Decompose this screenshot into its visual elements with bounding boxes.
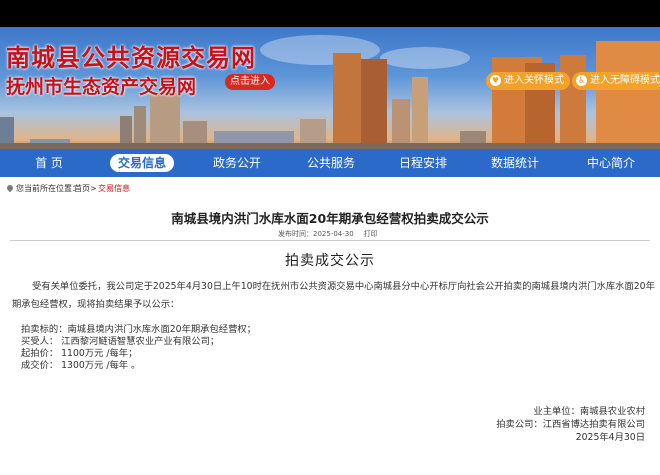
site-banner: 南城县公共资源交易网 抚州市生态资产交易网 点击进入 ♥ 进入关怀模式 ♿ 进入无障… bbox=[0, 27, 660, 149]
care-icon: ♥ bbox=[490, 74, 501, 86]
breadcrumb: 您当前所在位置： 首页 > 交易信息 bbox=[0, 177, 660, 201]
location-pin-icon bbox=[5, 183, 15, 193]
breadcrumb-separator: > bbox=[90, 184, 97, 193]
site-title: 南城县公共资源交易网 bbox=[6, 44, 256, 72]
breadcrumb-trade-info-link[interactable]: 交易信息 bbox=[98, 177, 130, 201]
date-label: 发布时间： bbox=[278, 230, 313, 238]
article-content: 南城县境内洪门水库水面20年期承包经营权拍卖成交公示 发布时间：2025-04-… bbox=[0, 201, 660, 475]
list-item: 成交价： 1300万元 /每年 。 bbox=[21, 360, 141, 371]
article-title: 南城县境内洪门水库水面20年期承包经营权拍卖成交公示 bbox=[171, 211, 489, 226]
print-link[interactable]: 打印 bbox=[364, 230, 378, 238]
list-item: 拍卖标的：南城县境内洪门水库水面20年期承包经营权； bbox=[21, 324, 256, 335]
nav-about[interactable]: 中心简介 bbox=[574, 149, 648, 177]
enter-button[interactable]: 点击进入 bbox=[225, 74, 275, 90]
result-list: 拍卖标的：南城县境内洪门水库水面20年期承包经营权； 买受人： 江西黎河鲢语智慧… bbox=[21, 324, 256, 372]
publish-date: 2025-04-30 bbox=[313, 230, 354, 238]
signature-auction-company: 拍卖公司：江西省博达拍卖有限公司 bbox=[496, 419, 645, 430]
intro-paragraph: 受有关单位委托，我公司定于2025年4月30日上午10时在抚州市公共资源交易中心… bbox=[12, 281, 655, 310]
nav-schedule[interactable]: 日程安排 bbox=[386, 149, 460, 177]
list-item: 起拍价： 1100万元 /每年； bbox=[21, 348, 138, 359]
top-black-bar bbox=[0, 0, 660, 27]
signature-client: 业主单位：南城县农业农村 bbox=[533, 406, 645, 417]
signature-date: 2025年4月30日 bbox=[575, 432, 645, 443]
article-meta: 发布时间：2025-04-30 打印 bbox=[278, 229, 378, 239]
nav-statistics[interactable]: 数据统计 bbox=[478, 149, 552, 177]
barrier-free-mode-button[interactable]: ♿ 进入无障碍模式 bbox=[572, 72, 660, 90]
nav-trade-info[interactable]: 交易信息 bbox=[110, 154, 174, 172]
site-subtitle: 抚州市生态资产交易网 bbox=[6, 76, 197, 98]
care-mode-button[interactable]: ♥ 进入关怀模式 bbox=[486, 72, 570, 90]
breadcrumb-prefix: 您当前所在位置： bbox=[16, 184, 80, 193]
breadcrumb-home-link[interactable]: 首页 bbox=[74, 177, 90, 201]
nav-public-service[interactable]: 公共服务 bbox=[294, 149, 368, 177]
accessibility-icon: ♿ bbox=[576, 74, 587, 86]
list-item: 买受人： 江西黎河鲢语智慧农业产业有限公司； bbox=[21, 336, 220, 347]
title-divider bbox=[10, 240, 650, 241]
nav-gov-affairs[interactable]: 政务公开 bbox=[200, 149, 274, 177]
notice-heading: 拍卖成交公示 bbox=[285, 253, 375, 269]
nav-home[interactable]: 首 页 bbox=[12, 149, 86, 177]
main-nav: 首 页 交易信息 政务公开 公共服务 日程安排 数据统计 中心简介 bbox=[0, 149, 660, 177]
